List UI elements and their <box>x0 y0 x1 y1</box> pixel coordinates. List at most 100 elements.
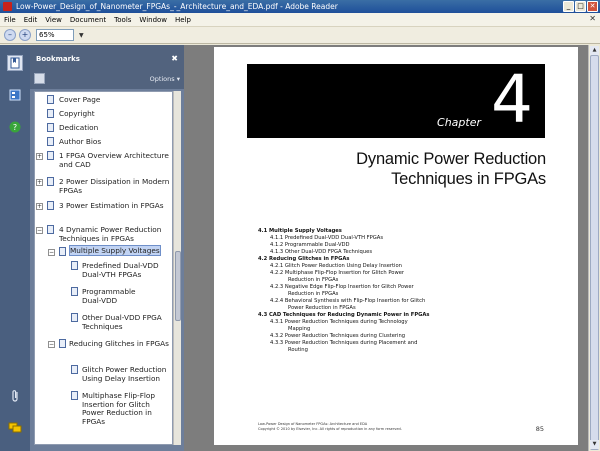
outline-entry: Mapping <box>288 326 311 332</box>
outline-entry: 4.3.3 Power Reduction Techniques during … <box>270 340 418 346</box>
chapter-title: Dynamic Power Reduction Techniques in FP… <box>356 149 546 189</box>
bookmarks-scrollbar-thumb[interactable] <box>175 251 181 321</box>
expand-icon[interactable]: + <box>36 179 43 186</box>
bookmark-item[interactable]: Multiphase Flip-Flop Insertion for Glitc… <box>82 391 162 426</box>
bookmark-item[interactable]: 3 Power Estimation in FPGAs <box>59 201 171 211</box>
zoom-out-button[interactable]: – <box>4 29 16 41</box>
outline-entry: 4.2.4 Behavioral Synthesis with Flip-Flo… <box>270 298 426 304</box>
bookmark-icon <box>71 261 78 270</box>
bookmark-item[interactable]: Copyright <box>59 109 171 119</box>
footer-line: Copyright © 2010 by Elsevier, Inc. All r… <box>258 426 402 431</box>
zoom-in-button[interactable]: + <box>19 29 31 41</box>
menu-help[interactable]: Help <box>175 16 191 24</box>
expand-icon[interactable]: + <box>36 203 43 210</box>
close-button[interactable]: ✕ <box>587 1 598 12</box>
bookmarks-title: Bookmarks <box>36 55 80 63</box>
navigation-pane-strip: ? <box>0 45 30 451</box>
document-scrollbar-thumb[interactable] <box>590 55 599 450</box>
outline-entry: 4.1.3 Other Dual-VDD FPGA Techniques <box>270 249 373 255</box>
menu-tools[interactable]: Tools <box>114 16 131 24</box>
bookmark-item[interactable]: Programmable Dual-VDD <box>82 287 142 305</box>
bookmarks-panel-header: Bookmarks ✖ Options ▾ <box>30 45 184 89</box>
outline-entry: 4.1 Multiple Supply Voltages <box>258 228 342 234</box>
outline-entry: 4.3 CAD Techniques for Reducing Dynamic … <box>258 312 430 318</box>
bookmark-item[interactable]: Glitch Power Reduction Using Delay Inser… <box>82 365 172 383</box>
zoom-dropdown-icon[interactable]: ▼ <box>79 32 84 39</box>
bookmark-selected-label: Multiple Supply Voltages <box>69 245 161 256</box>
outline-entry: 4.2.3 Negative Edge Flip-Flop Insertion … <box>270 284 414 290</box>
bookmark-icon <box>59 339 66 348</box>
bookmark-item[interactable]: 4 Dynamic Power Reduction Techniques in … <box>59 225 171 243</box>
scroll-down-icon[interactable]: ▼ <box>590 440 599 449</box>
pdf-page: Chapter 4 Dynamic Power Reduction Techni… <box>214 47 578 445</box>
page-footer: Low-Power Design of Nanometer FPGAs: Arc… <box>258 422 402 431</box>
collapse-icon[interactable]: − <box>48 249 55 256</box>
document-area: Chapter 4 Dynamic Power Reduction Techni… <box>184 45 588 451</box>
expand-icon[interactable]: + <box>36 153 43 160</box>
bookmark-icon <box>47 177 54 186</box>
bookmark-icon <box>71 313 78 322</box>
bookmark-icon <box>71 287 78 296</box>
menu-document[interactable]: Document <box>70 16 106 24</box>
bookmark-item[interactable]: Cover Page <box>59 95 171 105</box>
bookmark-item[interactable]: Author Bios <box>59 137 171 147</box>
bookmark-item-selected[interactable]: Multiple Supply Voltages <box>69 245 172 256</box>
bookmark-item[interactable]: Reducing Glitches in FPGAs <box>69 339 169 349</box>
bookmark-item[interactable]: 2 Power Dissipation in Modern FPGAs <box>59 177 171 195</box>
options-menu-button[interactable]: Options ▾ <box>150 75 180 83</box>
bookmark-icon <box>47 123 54 132</box>
menu-edit[interactable]: Edit <box>24 16 38 24</box>
zoom-field[interactable]: 65% <box>36 29 74 41</box>
chapter-banner: Chapter 4 <box>247 61 545 138</box>
chapter-word: Chapter <box>437 116 481 129</box>
bookmark-item[interactable]: 1 FPGA Overview Architecture and CAD <box>59 151 171 169</box>
outline-entry: 4.1.2 Programmable Dual-VDD <box>270 242 350 248</box>
outline-entry: Power Reduction in FPGAs <box>288 305 356 311</box>
bookmark-item[interactable]: Other Dual-VDD FPGA Techniques <box>82 313 172 331</box>
bookmark-icon <box>47 109 54 118</box>
outline-entry: Reduction in FPGAs <box>288 277 339 283</box>
outline-entry: Routing <box>288 347 308 353</box>
collapse-icon[interactable]: − <box>48 341 55 348</box>
menu-bar: File Edit View Document Tools Window Hel… <box>0 13 600 27</box>
outline-entry: 4.3.1 Power Reduction Techniques during … <box>270 319 408 325</box>
pages-icon[interactable] <box>7 87 23 103</box>
title-bar: Low-Power_Design_of_Nanometer_FPGAs_-_Ar… <box>0 0 600 13</box>
page-number: 85 <box>535 425 544 433</box>
bookmark-icon <box>47 137 54 146</box>
bookmarks-scrollbar[interactable] <box>173 91 181 445</box>
outline-entry: 4.2 Reducing Glitches in FPGAs <box>258 256 350 262</box>
comments-icon[interactable] <box>7 420 23 436</box>
scroll-up-icon[interactable]: ▲ <box>590 46 599 55</box>
bookmarks-icon[interactable] <box>7 55 23 71</box>
chapter-title-line: Techniques in FPGAs <box>391 170 546 188</box>
minimize-button[interactable]: _ <box>563 1 574 12</box>
menu-view[interactable]: View <box>45 16 62 24</box>
delete-bookmark-icon[interactable] <box>34 73 45 84</box>
bookmark-icon <box>47 201 54 210</box>
bookmark-icon <box>71 391 78 400</box>
outline-entry: Reduction in FPGAs <box>288 291 339 297</box>
bookmarks-panel: Bookmarks ✖ Options ▾ Cover Page Copyrig… <box>30 45 184 451</box>
chapter-number: 4 <box>491 61 533 138</box>
collapse-icon[interactable]: − <box>36 227 43 234</box>
menu-window[interactable]: Window <box>139 16 167 24</box>
outline-entry: 4.2.2 Multiphase Flip-Flop Insertion for… <box>270 270 405 276</box>
bookmark-icon <box>47 95 54 104</box>
help-icon[interactable]: ? <box>7 119 23 135</box>
outline-entry: 4.1.1 Predefined Dual-VDD Dual-VTH FPGAs <box>270 235 384 241</box>
outline-entry: 4.3.2 Power Reduction Techniques during … <box>270 333 406 339</box>
bookmark-item[interactable]: Predefined Dual-VDD Dual-VTH FPGAs <box>82 261 172 279</box>
document-close-icon[interactable]: ✕ <box>589 14 596 23</box>
panel-close-icon[interactable]: ✖ <box>171 54 178 63</box>
bookmark-icon <box>47 151 54 160</box>
chapter-title-line: Dynamic Power Reduction <box>356 150 546 168</box>
maximize-button[interactable]: □ <box>575 1 586 12</box>
document-scrollbar[interactable]: ▲ ▼ <box>588 45 600 451</box>
adobe-reader-icon <box>3 2 12 11</box>
bookmark-icon <box>71 365 78 374</box>
svg-text:?: ? <box>13 123 17 132</box>
attachments-paperclip-icon[interactable] <box>7 388 23 404</box>
bookmark-item[interactable]: Dedication <box>59 123 171 133</box>
menu-file[interactable]: File <box>4 16 16 24</box>
